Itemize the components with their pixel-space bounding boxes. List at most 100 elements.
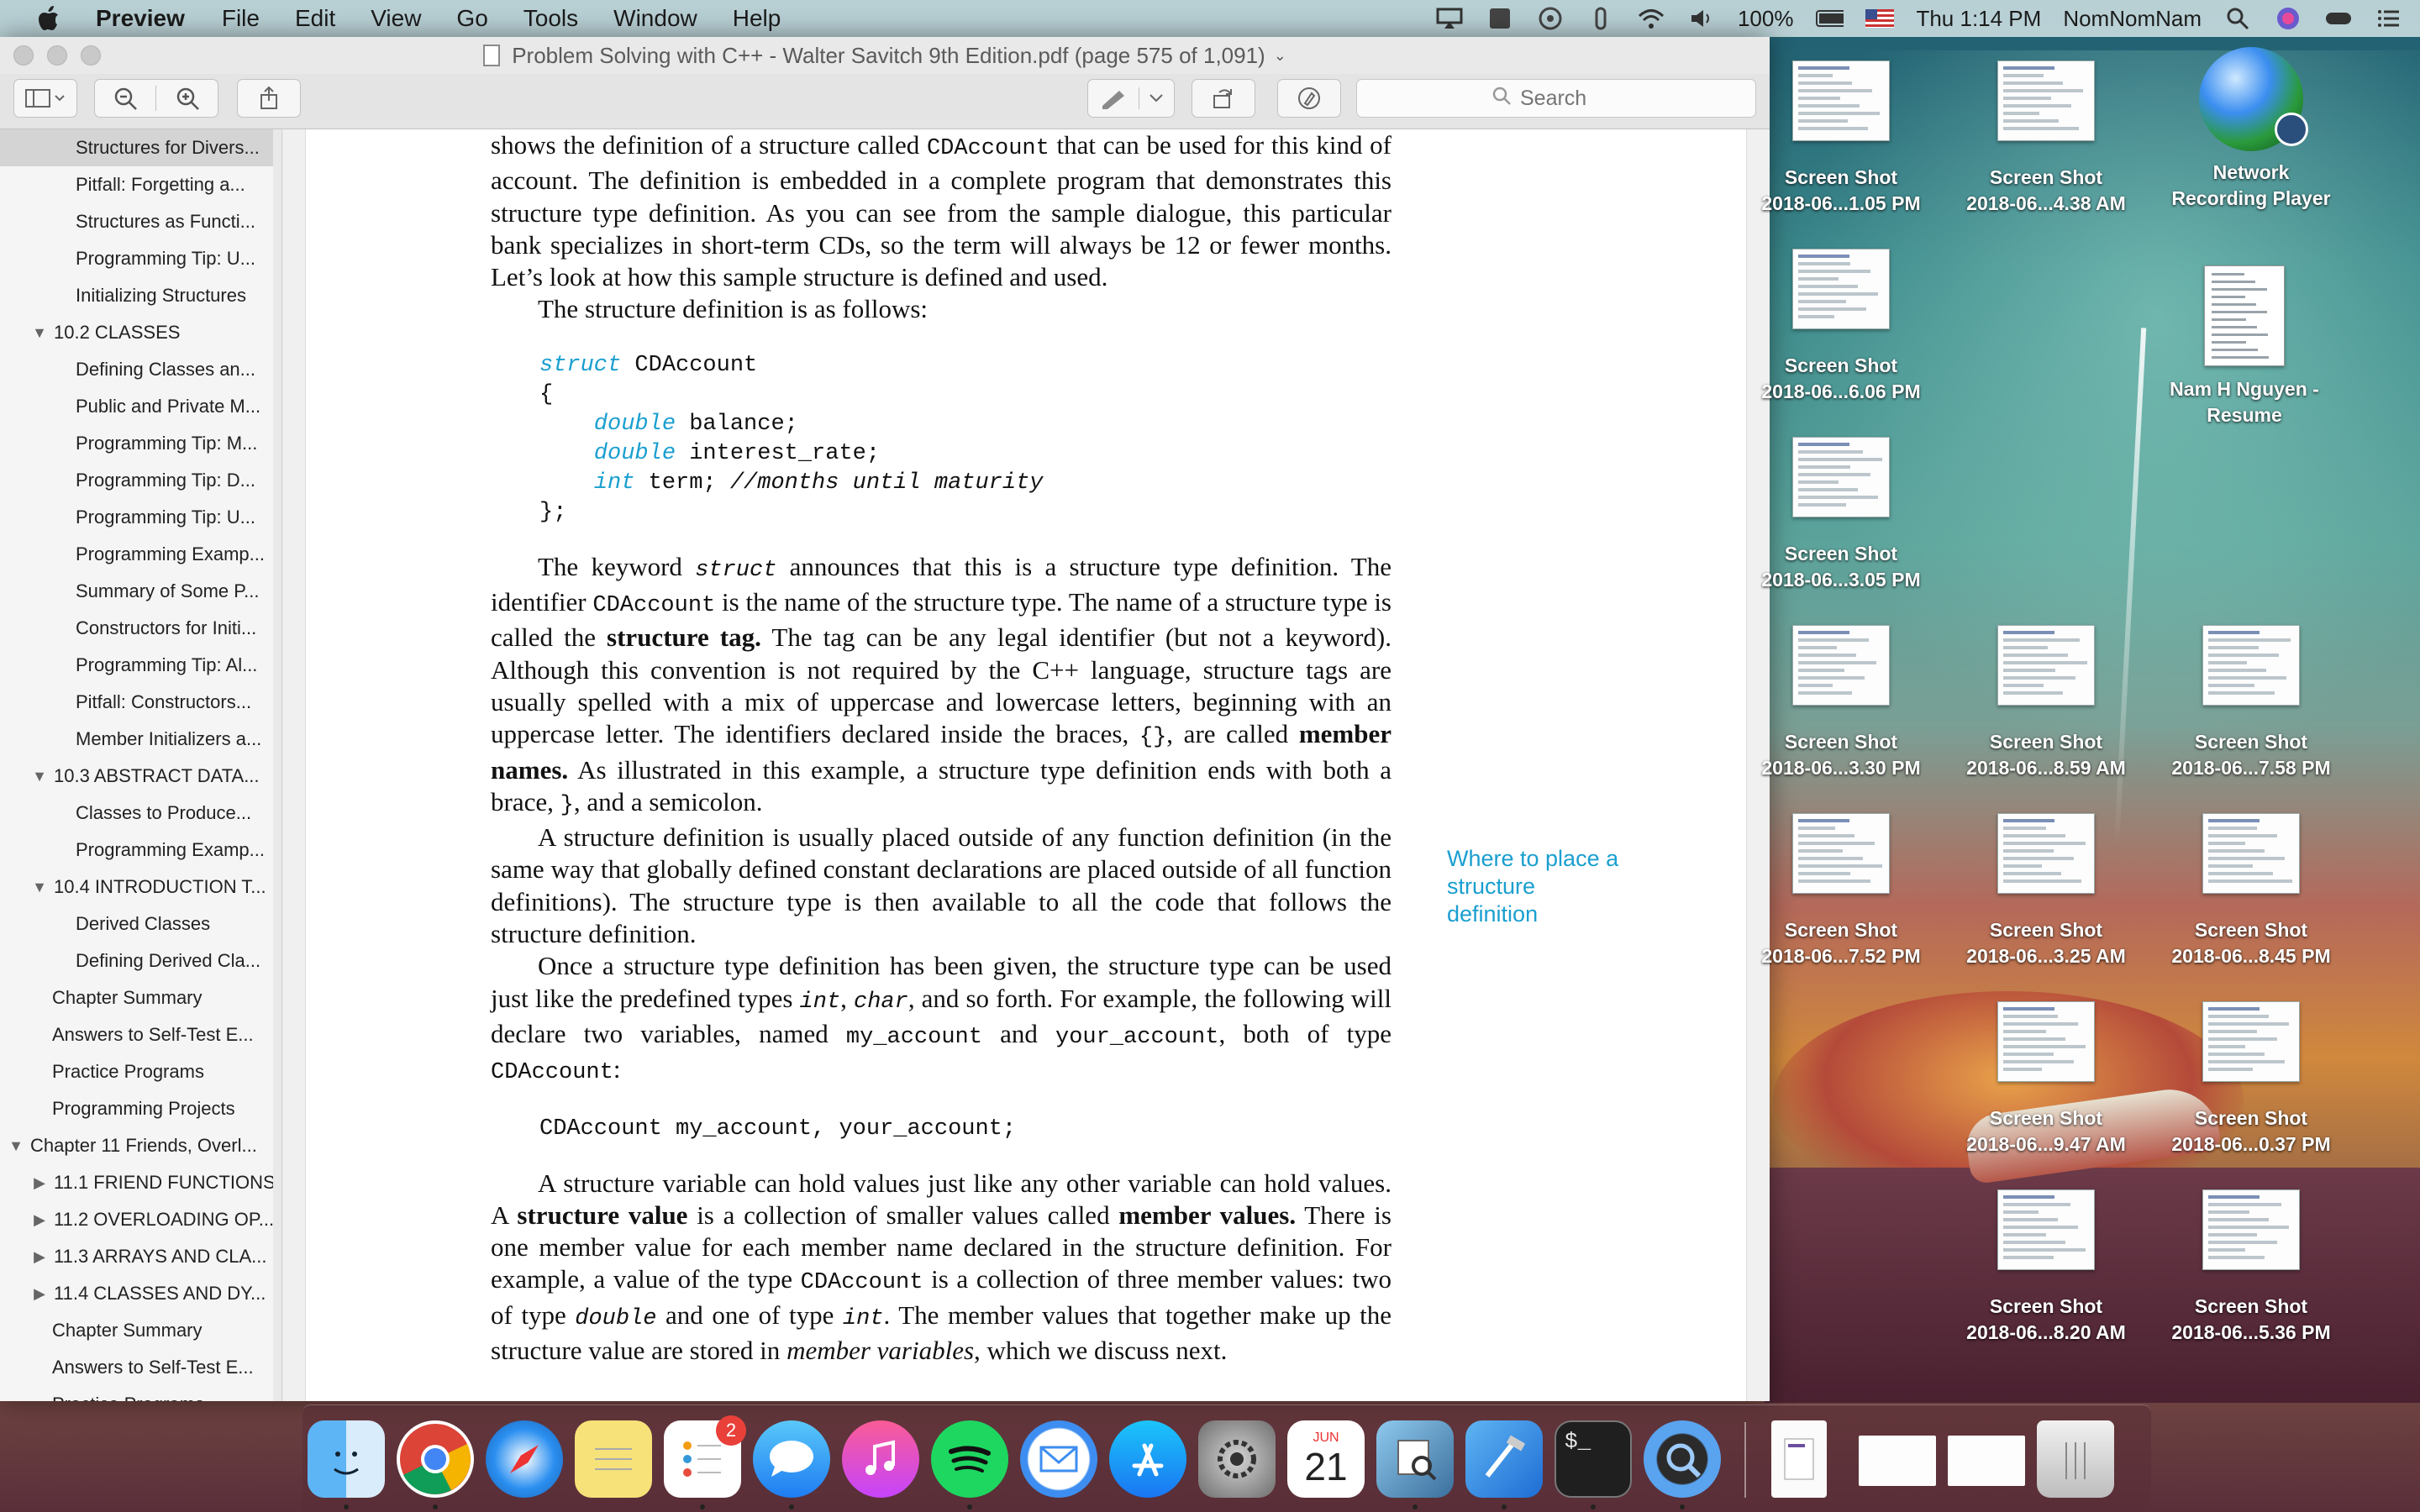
sidebar-item[interactable]: Public and Private M... <box>0 388 281 425</box>
share-button[interactable] <box>237 79 301 118</box>
desktop-file-screenshot[interactable]: Screen Shot 2018-06...3.05 PM <box>1736 437 1946 593</box>
document-stack-icon[interactable] <box>1771 1420 1827 1498</box>
menu-view[interactable]: View <box>371 5 421 32</box>
us-flag-icon[interactable] <box>1865 6 1895 31</box>
title-chevron-icon[interactable]: ⌄ <box>1274 47 1286 65</box>
minimize-button[interactable] <box>47 45 67 66</box>
zoom-out-icon[interactable] <box>95 86 156 111</box>
clock[interactable]: Thu 1:14 PM <box>1916 6 2041 32</box>
desktop-app-network-recording-player[interactable]: Network Recording Player <box>2146 47 2356 212</box>
desktop-file-screenshot[interactable]: Screen Shot 2018-06...0.37 PM <box>2146 1001 2356 1158</box>
calendar-icon[interactable]: JUN 21 <box>1287 1420 1365 1498</box>
desktop-file-screenshot[interactable]: Screen Shot 2018-06...1.05 PM <box>1736 60 1946 217</box>
paperclip-icon[interactable] <box>1586 6 1615 31</box>
sidebar-item[interactable]: Practice Programs <box>0 1053 281 1090</box>
disclosure-collapsed-icon[interactable]: ▶ <box>30 1248 49 1266</box>
sidebar-item[interactable]: Answers to Self-Test E... <box>0 1349 281 1386</box>
sidebar-item[interactable]: Programming Examp... <box>0 536 281 573</box>
safari-icon[interactable] <box>486 1420 563 1498</box>
app-store-icon[interactable] <box>1109 1420 1186 1498</box>
close-button[interactable] <box>13 45 34 66</box>
sidebar-item[interactable]: Programming Tip: U... <box>0 499 281 536</box>
sidebar-item[interactable]: Structures for Divers... <box>0 129 281 166</box>
volume-icon[interactable] <box>1687 6 1716 31</box>
messages-icon[interactable] <box>753 1420 830 1498</box>
sidebar-item[interactable]: ▶ 11.1 FRIEND FUNCTIONS <box>0 1164 281 1201</box>
siri-icon[interactable] <box>2274 6 2302 31</box>
wifi-icon[interactable] <box>1637 6 1665 31</box>
trash-icon[interactable] <box>2037 1420 2114 1498</box>
desktop-file-resume[interactable]: Nam H Nguyen - Resume <box>2139 265 2349 428</box>
menu-edit[interactable]: Edit <box>295 5 335 32</box>
sidebar-item[interactable]: Practice Programs <box>0 1386 281 1401</box>
sidebar-item[interactable]: Programming Tip: M... <box>0 425 281 462</box>
terminal-icon[interactable]: $_ <box>1555 1420 1632 1498</box>
mail-icon[interactable] <box>1020 1420 1097 1498</box>
desktop-file-screenshot[interactable]: Screen Shot 2018-06...8.20 AM <box>1941 1189 2151 1346</box>
disclosure-expanded-icon[interactable]: ▼ <box>7 1137 25 1155</box>
aperture-icon[interactable] <box>1536 6 1565 31</box>
minimized-window-thumbnail[interactable] <box>1948 1436 2025 1486</box>
rotate-button[interactable] <box>1192 79 1255 118</box>
disclosure-collapsed-icon[interactable]: ▶ <box>30 1174 49 1192</box>
disclosure-expanded-icon[interactable]: ▼ <box>30 324 49 342</box>
preview-icon[interactable] <box>1376 1420 1454 1498</box>
sidebar-item[interactable]: Member Initializers a... <box>0 721 281 758</box>
markup-button[interactable] <box>1277 79 1341 118</box>
app-menu-preview[interactable]: Preview <box>96 5 185 32</box>
spotlight-search-icon[interactable] <box>2223 6 2252 31</box>
system-preferences-icon[interactable] <box>1198 1420 1276 1498</box>
desktop-file-screenshot[interactable]: Screen Shot 2018-06...3.30 PM <box>1736 625 1946 781</box>
apple-menu-icon[interactable] <box>34 3 64 34</box>
menu-tools[interactable]: Tools <box>523 5 578 32</box>
desktop-file-screenshot[interactable]: Screen Shot 2018-06...7.58 PM <box>2146 625 2356 781</box>
battery-icon[interactable] <box>1815 6 1844 31</box>
sidebar-item[interactable]: ▶ 11.3 ARRAYS AND CLA... <box>0 1238 281 1275</box>
sidebar-item[interactable]: ▶ 11.4 CLASSES AND DY... <box>0 1275 281 1312</box>
notification-center-icon[interactable] <box>2375 6 2403 31</box>
desktop-file-screenshot[interactable]: Screen Shot 2018-06...8.59 AM <box>1941 625 2151 781</box>
sidebar-toggle-button[interactable] <box>13 79 77 118</box>
sidebar-item[interactable]: Chapter Summary <box>0 1312 281 1349</box>
sidebar-item[interactable]: Defining Classes an... <box>0 351 281 388</box>
menu-file[interactable]: File <box>222 5 260 32</box>
sidebar-item[interactable]: ▶ 11.2 OVERLOADING OP... <box>0 1201 281 1238</box>
sidebar-item[interactable]: Summary of Some P... <box>0 573 281 610</box>
battery-percent[interactable]: 100% <box>1738 6 1794 32</box>
disclosure-expanded-icon[interactable]: ▼ <box>30 768 49 785</box>
sidebar-item[interactable]: Programming Projects <box>0 1090 281 1127</box>
notes-icon[interactable] <box>575 1420 652 1498</box>
document-icon[interactable] <box>483 45 501 66</box>
menu-window[interactable]: Window <box>613 5 697 32</box>
desktop-file-screenshot[interactable]: Screen Shot 2018-06...8.45 PM <box>2146 813 2356 969</box>
desktop-file-screenshot[interactable]: Screen Shot 2018-06...9.47 AM <box>1941 1001 2151 1158</box>
sidebar-item[interactable]: Programming Tip: D... <box>0 462 281 499</box>
zoom-in-icon[interactable] <box>156 86 218 111</box>
sidebar-item[interactable]: ▼ 10.3 ABSTRACT DATA... <box>0 758 281 795</box>
sidebar-item[interactable]: Chapter Summary <box>0 979 281 1016</box>
airplay-icon[interactable] <box>1435 6 1464 31</box>
app-status-icon[interactable] <box>1486 6 1514 31</box>
chrome-icon[interactable] <box>397 1420 474 1498</box>
xcode-icon[interactable] <box>1465 1420 1543 1498</box>
sidebar-item[interactable]: Programming Tip: U... <box>0 240 281 277</box>
sidebar-scrollbar[interactable] <box>273 129 281 1401</box>
desktop-file-screenshot[interactable]: Screen Shot 2018-06...4.38 AM <box>1941 60 2151 217</box>
desktop-file-screenshot[interactable]: Screen Shot 2018-06...6.06 PM <box>1736 249 1946 405</box>
sidebar-item[interactable]: Structures as Functi... <box>0 203 281 240</box>
spotify-icon[interactable] <box>931 1420 1008 1498</box>
zoom-button[interactable] <box>81 45 101 66</box>
sidebar-item[interactable]: Programming Tip: Al... <box>0 647 281 684</box>
sidebar-item[interactable]: Pitfall: Constructors... <box>0 684 281 721</box>
quicktime-icon[interactable] <box>1644 1420 1721 1498</box>
reminders-icon[interactable]: 2 <box>664 1415 746 1498</box>
minimized-window-thumbnail[interactable] <box>1859 1436 1936 1486</box>
search-input[interactable] <box>1520 86 1621 111</box>
sidebar-item[interactable]: Pitfall: Forgetting a... <box>0 166 281 203</box>
document-view[interactable]: shows the definition of a structure call… <box>283 129 1770 1401</box>
sidebar-item[interactable]: Programming Examp... <box>0 832 281 869</box>
sidebar-item[interactable]: Constructors for Initi... <box>0 610 281 647</box>
finder-icon[interactable] <box>308 1420 385 1498</box>
sidebar-item[interactable]: ▼ Chapter 11 Friends, Overl... <box>0 1127 281 1164</box>
sidebar-item[interactable]: Derived Classes <box>0 906 281 942</box>
